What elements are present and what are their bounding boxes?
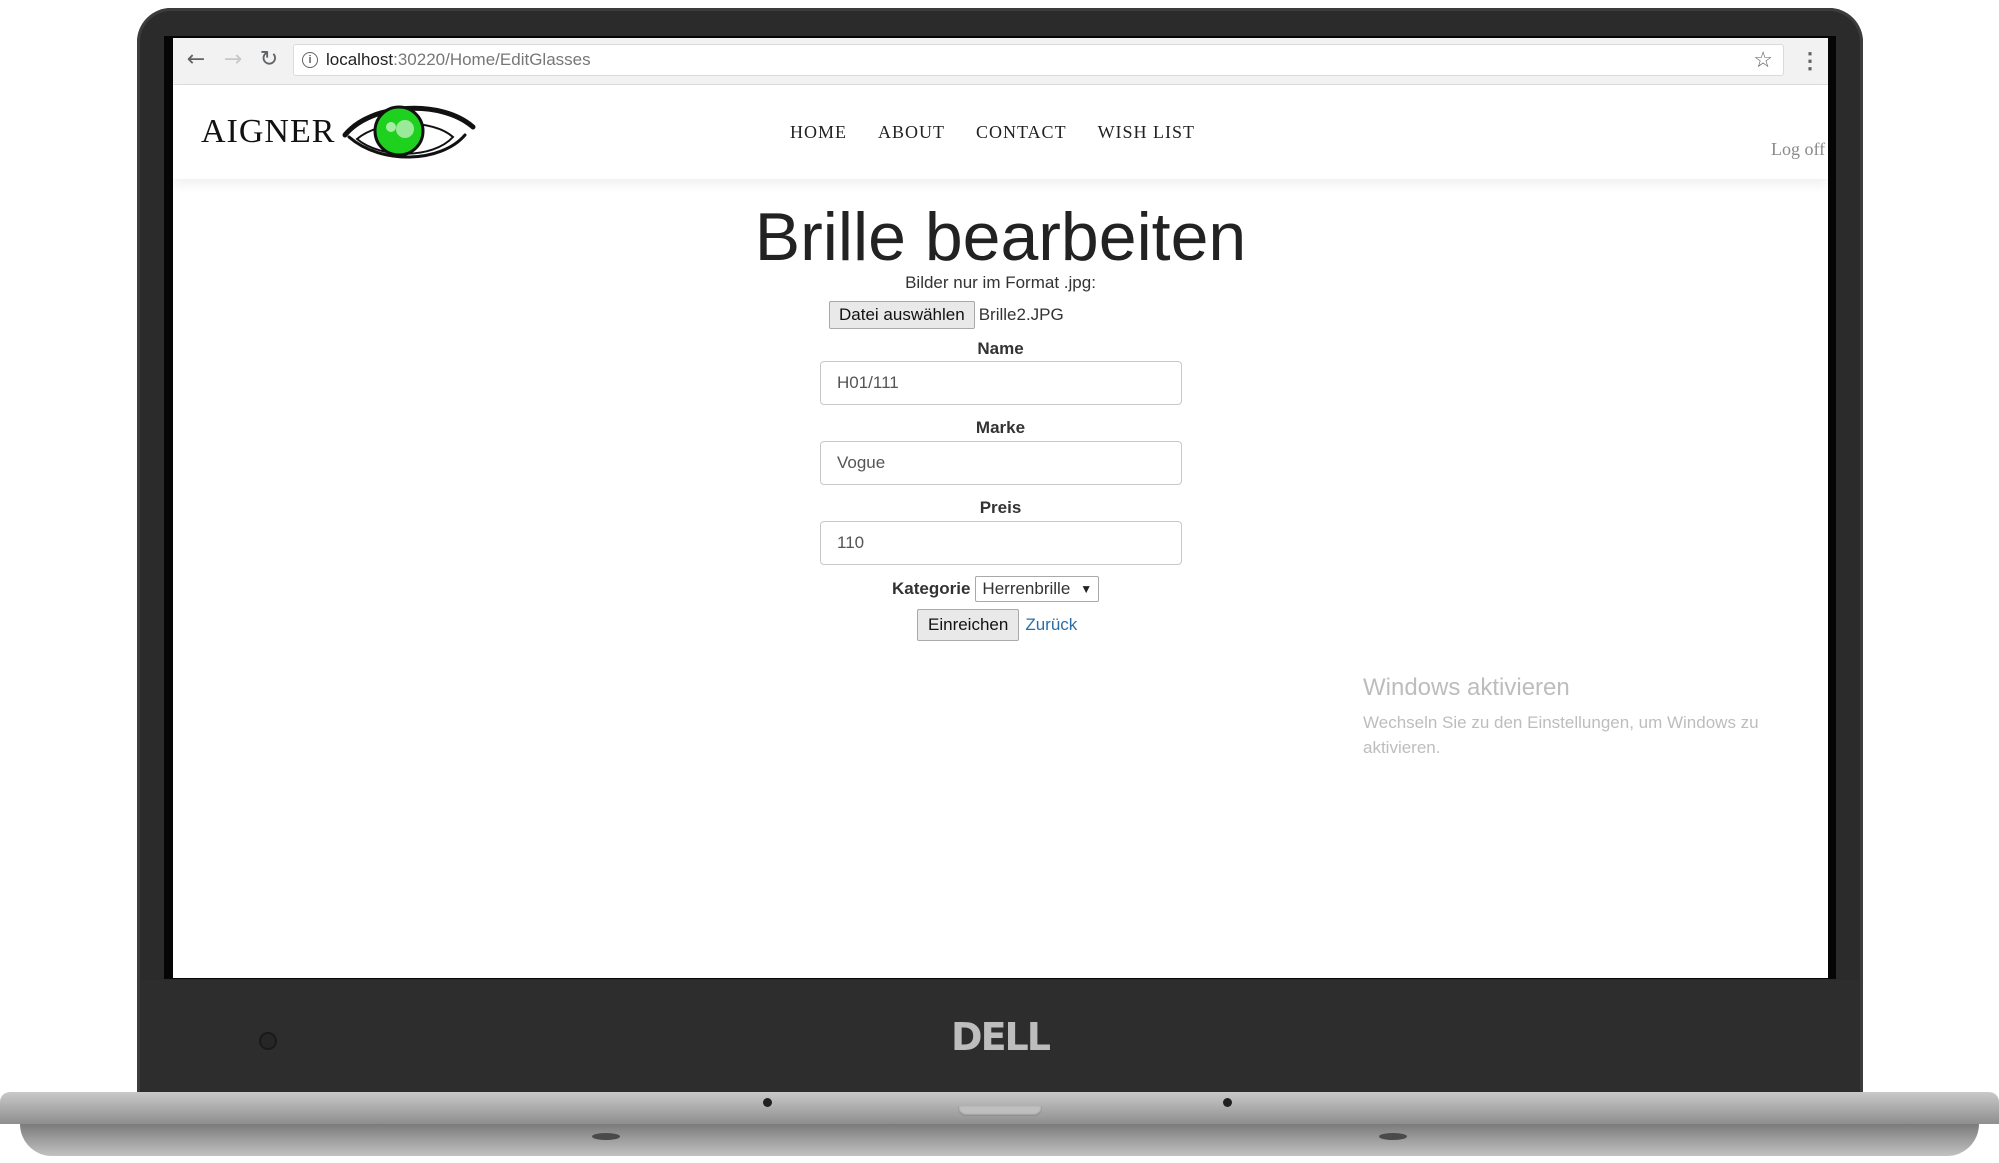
submit-button[interactable]: Einreichen xyxy=(917,609,1020,641)
site-navbar: AIGNER HOME ABOUT CONTACT WISH LIST Log … xyxy=(173,85,1828,179)
info-icon[interactable]: i xyxy=(302,52,318,68)
forward-arrow-icon[interactable]: → xyxy=(220,47,246,73)
upload-hint: Bilder nur im Format .jpg: xyxy=(905,273,1096,292)
browser-menu-icon[interactable]: ⋮ xyxy=(1799,47,1821,75)
browser-screen: ← → ↻ i localhost:30220/Home/EditGlasses… xyxy=(173,38,1828,978)
logoff-link[interactable]: Log off xyxy=(1771,139,1825,160)
eye-logo-icon xyxy=(342,105,476,159)
logo-text: AIGNER xyxy=(201,113,336,150)
marke-label: Marke xyxy=(975,418,1026,437)
form-actions: Einreichen Zurück xyxy=(917,608,1077,642)
kategorie-row: Kategorie Herrenbrille ▼ xyxy=(892,575,1100,603)
browser-toolbar: ← → ↻ i localhost:30220/Home/EditGlasses… xyxy=(173,38,1828,85)
preis-label: Preis xyxy=(979,498,1022,517)
selected-file-name: Brille2.JPG xyxy=(978,305,1064,324)
preis-input[interactable] xyxy=(820,521,1182,565)
name-label: Name xyxy=(977,339,1024,358)
bookmark-star-icon[interactable]: ☆ xyxy=(1753,47,1773,73)
url-host: localhost xyxy=(326,50,394,69)
file-upload: Datei auswählen Brille2.JPG xyxy=(829,300,1064,330)
lid-notch xyxy=(958,1106,1042,1116)
windows-activation-title: Windows aktivieren xyxy=(1363,674,1570,701)
reload-icon[interactable]: ↻ xyxy=(256,47,282,73)
main-nav: HOME ABOUT CONTACT WISH LIST xyxy=(790,85,1226,179)
address-bar[interactable]: i localhost:30220/Home/EditGlasses ☆ xyxy=(293,44,1784,76)
aigner-logo[interactable]: AIGNER xyxy=(201,97,476,167)
url-text[interactable]: localhost:30220/Home/EditGlasses xyxy=(326,45,591,75)
webcam-icon xyxy=(259,1032,277,1050)
url-path: :30220/Home/EditGlasses xyxy=(393,50,591,69)
laptop-base-bottom xyxy=(20,1124,1979,1156)
marke-input[interactable] xyxy=(820,441,1182,485)
hinge-dot-right xyxy=(1223,1098,1232,1107)
foot-right xyxy=(1379,1133,1407,1140)
windows-activation-text: Wechseln Sie zu den Einstellungen, um Wi… xyxy=(1363,713,1759,757)
nav-contact[interactable]: CONTACT xyxy=(976,122,1067,143)
dropdown-arrow-icon: ▼ xyxy=(1080,582,1093,596)
foot-left xyxy=(592,1133,620,1140)
back-link[interactable]: Zurück xyxy=(1025,615,1077,635)
back-arrow-icon[interactable]: ← xyxy=(183,47,209,73)
page-title: Brille bearbeiten xyxy=(754,199,1247,275)
kategorie-label: Kategorie xyxy=(892,579,971,598)
dell-logo: DELL xyxy=(951,1015,1051,1059)
nav-wish-list[interactable]: WISH LIST xyxy=(1098,122,1196,143)
nav-about[interactable]: ABOUT xyxy=(878,122,945,143)
hinge-dot-left xyxy=(763,1098,772,1107)
choose-file-button[interactable]: Datei auswählen xyxy=(829,301,975,329)
name-input[interactable] xyxy=(820,361,1182,405)
kategorie-selected-value: Herrenbrille xyxy=(982,579,1071,598)
nav-home[interactable]: HOME xyxy=(790,122,847,143)
kategorie-select[interactable]: Herrenbrille ▼ xyxy=(975,576,1100,602)
